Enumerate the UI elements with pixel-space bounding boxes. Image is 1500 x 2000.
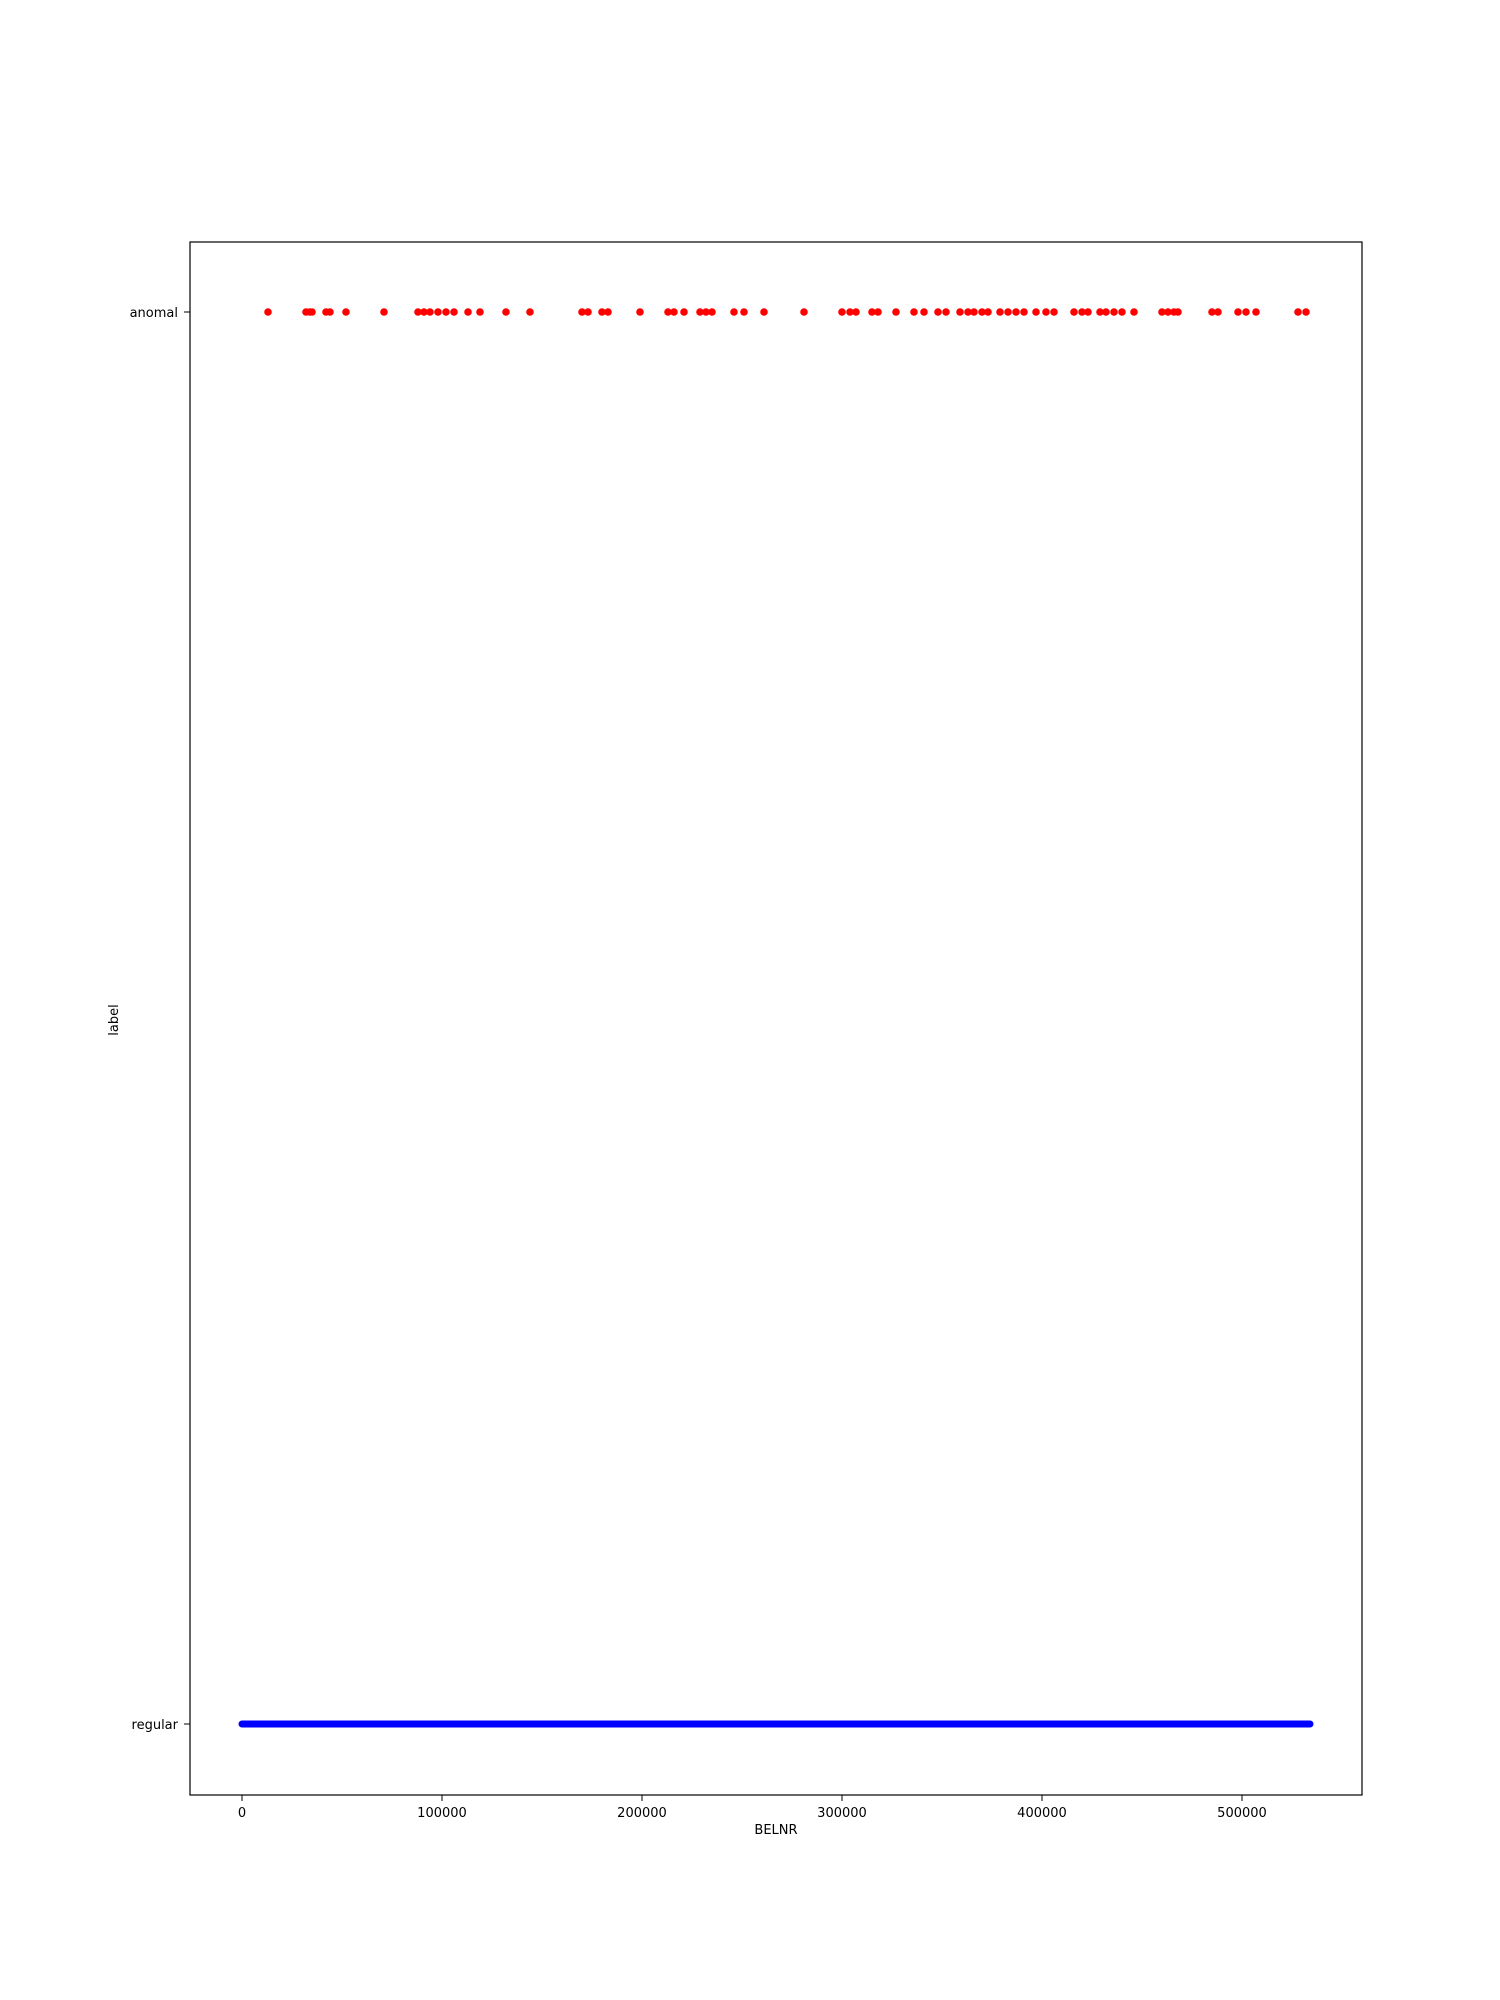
y-axis-ticks: regular anomal (130, 306, 190, 1733)
plot-area (189, 241, 1363, 1796)
anomal-point (604, 308, 612, 316)
anomal-point (970, 308, 978, 316)
anomal-point (1042, 308, 1050, 316)
anomal-point (708, 308, 716, 316)
anomal-point (942, 308, 950, 316)
anomal-point (996, 308, 1004, 316)
x-tick-label: 300000 (817, 1806, 867, 1821)
anomal-point (1032, 308, 1040, 316)
anomal-point (1174, 308, 1182, 316)
anomal-point (1242, 308, 1250, 316)
anomal-point (984, 308, 992, 316)
anomal-point (1084, 308, 1092, 316)
anomal-point (730, 308, 738, 316)
anomal-point (740, 308, 748, 316)
y-axis-label: label (107, 1004, 122, 1035)
anomal-point (956, 308, 964, 316)
anomal-point (874, 308, 882, 316)
anomal-point (264, 308, 272, 316)
anomal-point (1118, 308, 1126, 316)
anomal-point (680, 308, 688, 316)
anomal-point (442, 308, 450, 316)
anomal-point (1252, 308, 1260, 316)
x-axis-ticks: 0 100000 200000 300000 400000 500000 (238, 1795, 1267, 1821)
anomal-point (892, 308, 900, 316)
anomal-point (1020, 308, 1028, 316)
y-tick-label-anomal: anomal (130, 306, 178, 321)
anomal-point (308, 308, 316, 316)
anomal-point (1070, 308, 1078, 316)
anomal-point (760, 308, 768, 316)
anomal-point (852, 308, 860, 316)
x-tick-label: 0 (238, 1806, 246, 1821)
anomal-point (1004, 308, 1012, 316)
anomal-point (380, 308, 388, 316)
x-tick-label: 400000 (1017, 1806, 1067, 1821)
anomal-point (1234, 308, 1242, 316)
anomal-point (426, 308, 434, 316)
anomal-point (342, 308, 350, 316)
anomal-point (434, 308, 442, 316)
anomal-point (326, 308, 334, 316)
regular-point-band (238, 1720, 1314, 1728)
anomal-point (1012, 308, 1020, 316)
anomal-point (1110, 308, 1118, 316)
anomal-point (838, 308, 846, 316)
anomal-point (1214, 308, 1222, 316)
anomal-point (910, 308, 918, 316)
anomal-point (584, 308, 592, 316)
anomal-point (1050, 308, 1058, 316)
scatter-chart: 0 100000 200000 300000 400000 500000 regular a… (107, 241, 1363, 1838)
anomal-point (476, 308, 484, 316)
x-tick-label: 500000 (1217, 1806, 1267, 1821)
anomal-point (1130, 308, 1138, 316)
anomal-point (636, 308, 644, 316)
anomal-point (464, 308, 472, 316)
regular-series (238, 1720, 1314, 1728)
anomal-point (920, 308, 928, 316)
x-axis-label: BELNR (754, 1823, 797, 1838)
anomal-point (670, 308, 678, 316)
anomal-point (1302, 308, 1310, 316)
anomal-point (934, 308, 942, 316)
anomal-point (526, 308, 534, 316)
y-tick-label-regular: regular (132, 1718, 179, 1733)
anomal-point (800, 308, 808, 316)
anomal-point (502, 308, 510, 316)
x-tick-label: 200000 (617, 1806, 667, 1821)
anomal-point (1294, 308, 1302, 316)
anomal-point (450, 308, 458, 316)
x-tick-label: 100000 (417, 1806, 467, 1821)
anomal-point (1102, 308, 1110, 316)
